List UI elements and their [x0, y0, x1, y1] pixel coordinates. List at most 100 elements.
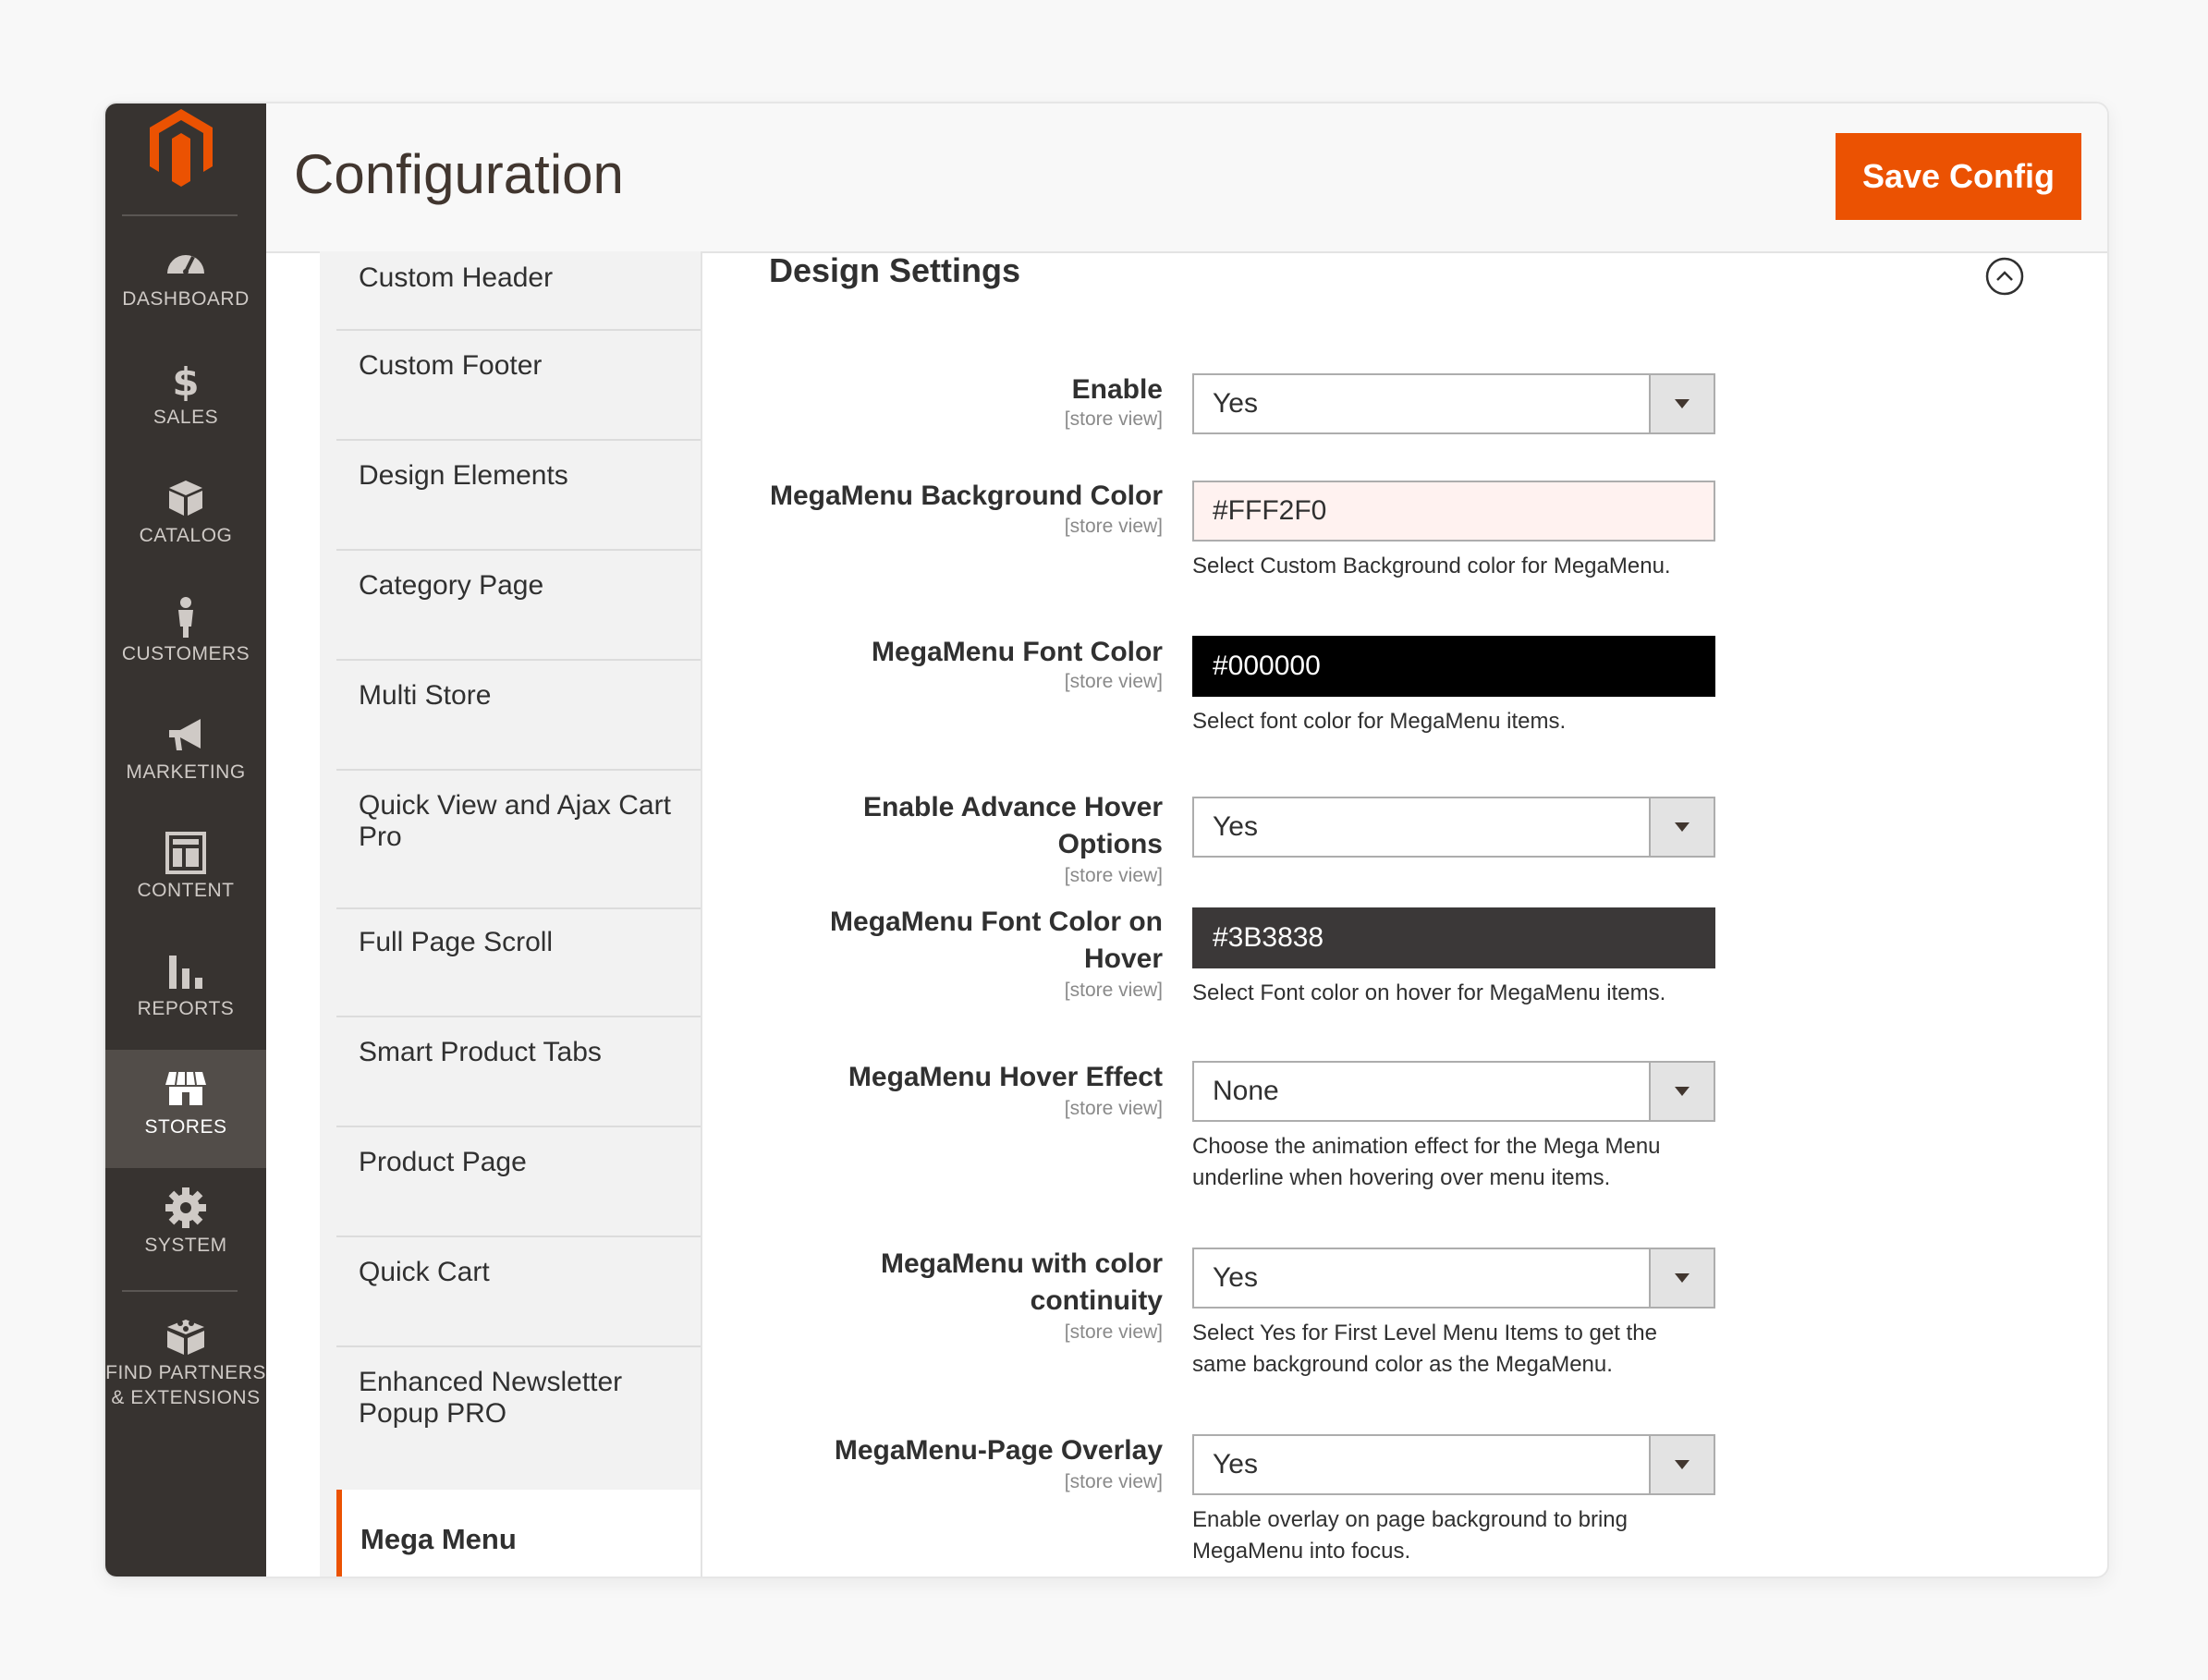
select-value: Yes	[1213, 1262, 1258, 1293]
tab-smart-product-tabs[interactable]: Smart Product Tabs	[320, 1037, 701, 1068]
scope-label: [store view]	[1064, 980, 1163, 1001]
chevron-down-icon[interactable]	[1649, 375, 1714, 432]
scope-label: [store view]	[1064, 1471, 1163, 1492]
select-value: Yes	[1213, 1449, 1258, 1479]
tab-quick-view-ajax-cart[interactable]: Quick View and Ajax Cart Pro	[320, 790, 671, 853]
nav-item-marketing[interactable]: MARKETING	[105, 695, 266, 813]
chevron-down-icon[interactable]	[1649, 1063, 1714, 1120]
tab-separator	[336, 329, 701, 331]
hover-color-note: Select Font color on hover for MegaMenu …	[1192, 980, 1666, 1005]
hover-color-input[interactable]	[1192, 907, 1715, 968]
nav-item-label: REPORTS	[137, 998, 235, 1019]
adv-hover-label: Options	[1057, 829, 1163, 859]
admin-window: DASHBOARD $ SALES CATALOG CUSTOMERS MARK…	[104, 102, 2109, 1578]
adv-hover-select[interactable]: Yes	[1192, 797, 1715, 858]
nav-item-dashboard[interactable]: DASHBOARD	[105, 222, 266, 340]
hover-effect-note: underline when hovering over menu items.	[1192, 1165, 1611, 1190]
scope-label: [store view]	[1064, 516, 1163, 537]
tab-category-page[interactable]: Category Page	[320, 570, 701, 602]
magento-logo-icon[interactable]	[144, 105, 218, 189]
select-value: Yes	[1213, 388, 1258, 419]
section-title: Design Settings	[769, 251, 1021, 289]
tab-custom-header[interactable]: Custom Header	[320, 262, 701, 294]
nav-item-content[interactable]: CONTENT	[105, 813, 266, 931]
nav-item-label: DASHBOARD	[122, 288, 250, 310]
nav-item-label: SYSTEM	[144, 1235, 227, 1256]
admin-menu: DASHBOARD $ SALES CATALOG CUSTOMERS MARK…	[105, 103, 266, 1577]
select-value: Yes	[1213, 811, 1258, 842]
enable-label: Enable	[1071, 374, 1163, 405]
chevron-down-icon[interactable]	[1649, 1436, 1714, 1493]
hover-color-label: Hover	[1083, 943, 1163, 974]
tab-newsletter-popup[interactable]: Enhanced Newsletter Popup PRO	[320, 1367, 653, 1430]
hover-effect-label: MegaMenu Hover Effect	[848, 1062, 1163, 1092]
tab-separator	[336, 1016, 701, 1017]
chevron-down-icon[interactable]	[1649, 1249, 1714, 1307]
nav-item-label: STORES	[144, 1116, 227, 1138]
page-overlay-label: MegaMenu-Page Overlay	[834, 1435, 1163, 1466]
tab-separator	[336, 1345, 701, 1347]
tab-custom-footer[interactable]: Custom Footer	[320, 350, 701, 382]
enable-select[interactable]: Yes	[1192, 373, 1715, 434]
nav-item-label: CUSTOMERS	[121, 643, 250, 664]
tab-mega-menu[interactable]: Mega Menu	[336, 1490, 701, 1577]
tab-quick-cart[interactable]: Quick Cart	[320, 1257, 701, 1288]
scope-label: [store view]	[1064, 1321, 1163, 1343]
dollar-icon: $	[172, 359, 199, 401]
chevron-down-icon[interactable]	[1649, 798, 1714, 856]
tab-separator	[336, 1236, 701, 1237]
nav-item-catalog[interactable]: CATALOG	[105, 458, 266, 577]
save-config-button[interactable]: Save Config	[1836, 133, 2081, 220]
adv-hover-label: Enable Advance Hover	[862, 792, 1163, 822]
nav-item-label: FIND PARTNERS & EXTENSIONS	[105, 1362, 266, 1408]
nav-item-system[interactable]: SYSTEM	[105, 1168, 266, 1286]
color-continuity-label: continuity	[1030, 1285, 1163, 1316]
box-icon	[169, 481, 202, 516]
nav-item-reports[interactable]: REPORTS	[105, 931, 266, 1050]
nav-item-label: CATALOG	[139, 525, 233, 546]
tab-separator	[336, 439, 701, 441]
page-title: Configuration	[294, 143, 624, 205]
color-continuity-label: MegaMenu with color	[880, 1248, 1163, 1279]
tab-design-elements[interactable]: Design Elements	[320, 460, 701, 492]
scope-label: [store view]	[1064, 1098, 1163, 1119]
tab-multi-store[interactable]: Multi Store	[320, 680, 701, 712]
nav-item-label: SALES	[152, 407, 219, 428]
nav-item-customers[interactable]: CUSTOMERS	[105, 577, 266, 695]
scope-label: [store view]	[1064, 671, 1163, 692]
config-tabs: Custom Header Custom Footer Design Eleme…	[320, 251, 702, 1577]
bg-color-input[interactable]	[1192, 481, 1715, 542]
chevron-up-circle-icon[interactable]	[1985, 257, 2024, 296]
blocks-icon	[167, 1320, 204, 1355]
nav-item-stores[interactable]: STORES	[105, 1050, 266, 1168]
tab-separator	[336, 1126, 701, 1127]
hover-color-label: MegaMenu Font Color on	[830, 907, 1163, 937]
page-header: Configuration Save Config	[266, 103, 2107, 253]
color-continuity-note: same background color as the MegaMenu.	[1192, 1352, 1613, 1377]
page-overlay-note: Enable overlay on page background to bri…	[1192, 1507, 1628, 1532]
nav-item-label: MARKETING	[126, 761, 246, 783]
bg-color-note: Select Custom Background color for MegaM…	[1192, 554, 1671, 578]
tab-full-page-scroll[interactable]: Full Page Scroll	[320, 927, 701, 958]
color-continuity-select[interactable]: Yes	[1192, 1248, 1715, 1309]
storefront-icon	[165, 1071, 206, 1105]
page-overlay-note: MegaMenu into focus.	[1192, 1539, 1411, 1564]
bg-color-label: MegaMenu Background Color	[769, 481, 1163, 511]
nav-divider	[122, 1290, 238, 1292]
tab-separator	[336, 769, 701, 771]
page-overlay-select[interactable]: Yes	[1192, 1434, 1715, 1495]
scope-label: [store view]	[1064, 408, 1163, 430]
person-icon	[178, 597, 193, 638]
layout-icon	[165, 832, 206, 874]
nav-item-find-partners[interactable]: FIND PARTNERS & EXTENSIONS	[105, 1296, 266, 1434]
font-color-note: Select font color for MegaMenu items.	[1192, 709, 1567, 734]
font-color-input[interactable]	[1192, 636, 1715, 697]
tab-product-page[interactable]: Product Page	[320, 1147, 701, 1178]
select-value: None	[1213, 1076, 1279, 1106]
tab-separator	[336, 659, 701, 661]
hover-effect-select[interactable]: None	[1192, 1061, 1715, 1122]
gear-icon	[165, 1187, 206, 1228]
hover-effect-note: Choose the animation effect for the Mega…	[1192, 1134, 1661, 1159]
font-color-label: MegaMenu Font Color	[872, 637, 1163, 667]
nav-item-sales[interactable]: $ SALES	[105, 340, 266, 458]
